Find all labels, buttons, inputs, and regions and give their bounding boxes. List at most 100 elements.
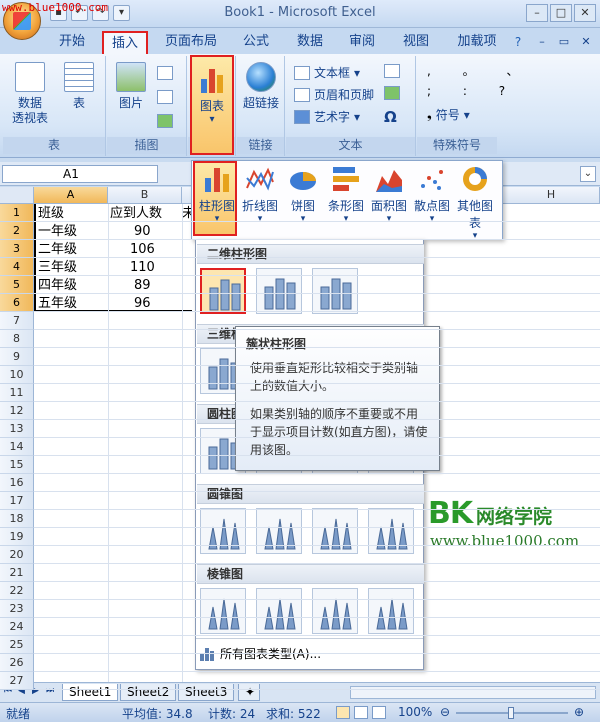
row-header[interactable]: 21: [0, 564, 34, 582]
zoom-out-icon[interactable]: ⊖: [440, 705, 450, 719]
sheet-tab-bar: ⏮ ◀ ▶ ⏭ Sheet1 Sheet2 Sheet3 ✦: [0, 682, 600, 702]
sheet-tab-3[interactable]: Sheet3: [178, 684, 235, 701]
thumbnail-pyramid-2[interactable]: [256, 588, 302, 634]
horizontal-scrollbar[interactable]: [350, 686, 596, 699]
column-header-b[interactable]: B: [108, 187, 182, 204]
row-header[interactable]: 8: [0, 330, 34, 348]
row-header[interactable]: 24: [0, 618, 34, 636]
page-break-view-icon[interactable]: [372, 706, 386, 719]
tab-insert[interactable]: 插入: [102, 31, 148, 54]
gallery-item-area-chart[interactable]: 面积图 ▾: [367, 162, 411, 234]
name-box[interactable]: A1: [2, 165, 158, 183]
row-header[interactable]: 26: [0, 654, 34, 672]
gallery-item-column-chart[interactable]: 柱形图 ▾: [195, 162, 239, 234]
help-icon[interactable]: ?: [510, 31, 526, 54]
ribbon-minimize-icon[interactable]: –: [534, 31, 550, 54]
row-header[interactable]: 12: [0, 402, 34, 420]
close-button[interactable]: ✕: [574, 4, 596, 22]
window-controls: – □ ✕: [526, 4, 596, 22]
tab-data[interactable]: 数据: [288, 31, 332, 54]
select-all-corner[interactable]: [0, 187, 34, 204]
pivot-table-icon: [15, 62, 45, 92]
table-button[interactable]: 表: [58, 62, 100, 111]
zoom-slider-thumb[interactable]: [508, 707, 514, 719]
insert-sheet-icon[interactable]: ✦: [238, 684, 260, 701]
ribbon-restore-icon[interactable]: ▭: [556, 31, 572, 54]
row-header[interactable]: 15: [0, 456, 34, 474]
tab-addins[interactable]: 加载项: [450, 31, 504, 54]
thumbnail-pyramid-4[interactable]: [368, 588, 414, 634]
symbol-row-1[interactable]: , 。 、: [427, 62, 532, 79]
chart-button[interactable]: 图表 ▾: [190, 55, 234, 155]
row-header[interactable]: 13: [0, 420, 34, 438]
status-sum: 求和: 522: [266, 707, 321, 721]
row-header[interactable]: 3: [0, 240, 34, 258]
thumbnail-cone-1[interactable]: [200, 508, 246, 554]
hyperlink-button[interactable]: 超链接: [239, 62, 283, 111]
gallery-item-other-chart[interactable]: 其他图表 ▾: [453, 162, 497, 241]
zoom-level[interactable]: 100%: [398, 705, 432, 719]
row-header[interactable]: 9: [0, 348, 34, 366]
row-header[interactable]: 27: [0, 672, 34, 690]
row-header[interactable]: 19: [0, 528, 34, 546]
last-sheet-icon[interactable]: ⏭: [46, 686, 54, 696]
row-header[interactable]: 16: [0, 474, 34, 492]
tab-view[interactable]: 视图: [394, 31, 438, 54]
object-button[interactable]: [384, 86, 400, 100]
smartart-button[interactable]: [157, 114, 173, 128]
thumbnail-cone-2[interactable]: [256, 508, 302, 554]
row-header[interactable]: 4: [0, 258, 34, 276]
column-header-a[interactable]: A: [34, 187, 108, 204]
gallery-item-line-chart[interactable]: 折线图 ▾: [238, 162, 282, 234]
pivot-table-button[interactable]: 数据 透视表: [9, 62, 51, 126]
sheet-tab-1[interactable]: Sheet1: [62, 684, 119, 701]
sheet-tab-2[interactable]: Sheet2: [120, 684, 177, 701]
thumbnail-cone-3[interactable]: [312, 508, 358, 554]
row-header[interactable]: 1: [0, 204, 34, 222]
row-header[interactable]: 6: [0, 294, 34, 312]
textbox-button[interactable]: 文本框 ▾: [294, 64, 360, 81]
picture-button[interactable]: 图片: [111, 62, 151, 111]
row-header[interactable]: 25: [0, 636, 34, 654]
tab-formulas[interactable]: 公式: [234, 31, 278, 54]
row-header[interactable]: 23: [0, 600, 34, 618]
row-header[interactable]: 18: [0, 510, 34, 528]
clipart-button[interactable]: [157, 66, 173, 80]
row-header[interactable]: 7: [0, 312, 34, 330]
gallery-item-pie-chart[interactable]: 饼图 ▾: [281, 162, 325, 234]
row-header[interactable]: 10: [0, 366, 34, 384]
row-header[interactable]: 14: [0, 438, 34, 456]
gallery-item-label: 条形图: [327, 199, 364, 213]
wordart-button[interactable]: 艺术字 ▾: [294, 108, 360, 125]
brand-watermark: BK 网络学院: [428, 496, 552, 531]
row-header[interactable]: 17: [0, 492, 34, 510]
row-header[interactable]: 20: [0, 546, 34, 564]
header-footer-button[interactable]: 页眉和页脚: [294, 86, 374, 103]
signature-button[interactable]: [384, 64, 400, 78]
row-header[interactable]: 11: [0, 384, 34, 402]
gridline-row: [34, 401, 600, 402]
omega-symbol-icon[interactable]: Ω: [384, 108, 397, 126]
row-header[interactable]: 2: [0, 222, 34, 240]
column-header-h[interactable]: H: [503, 187, 600, 204]
zoom-in-icon[interactable]: ⊕: [574, 705, 584, 719]
gallery-item-bar-chart[interactable]: 条形图 ▾: [324, 162, 368, 234]
expand-formula-icon[interactable]: ⌄: [580, 166, 596, 182]
thumbnail-cone-4[interactable]: [368, 508, 414, 554]
thumbnail-pyramid-1[interactable]: [200, 588, 246, 634]
ribbon-close-icon[interactable]: ✕: [578, 31, 594, 54]
row-header[interactable]: 22: [0, 582, 34, 600]
minimize-button[interactable]: –: [526, 4, 548, 22]
row-header[interactable]: 5: [0, 276, 34, 294]
maximize-button[interactable]: □: [550, 4, 572, 22]
tab-page-layout[interactable]: 页面布局: [160, 31, 222, 54]
tab-review[interactable]: 审阅: [340, 31, 384, 54]
symbol-row-2[interactable]: ; : ?: [427, 84, 519, 98]
thumbnail-pyramid-3[interactable]: [312, 588, 358, 634]
page-layout-view-icon[interactable]: [354, 706, 368, 719]
tab-home[interactable]: 开始: [50, 31, 94, 54]
shapes-button[interactable]: [157, 90, 173, 104]
gallery-item-scatter-chart[interactable]: 散点图 ▾: [410, 162, 454, 234]
symbol-button[interactable]: ❟ 符号 ▾: [427, 106, 470, 123]
normal-view-icon[interactable]: [336, 706, 350, 719]
